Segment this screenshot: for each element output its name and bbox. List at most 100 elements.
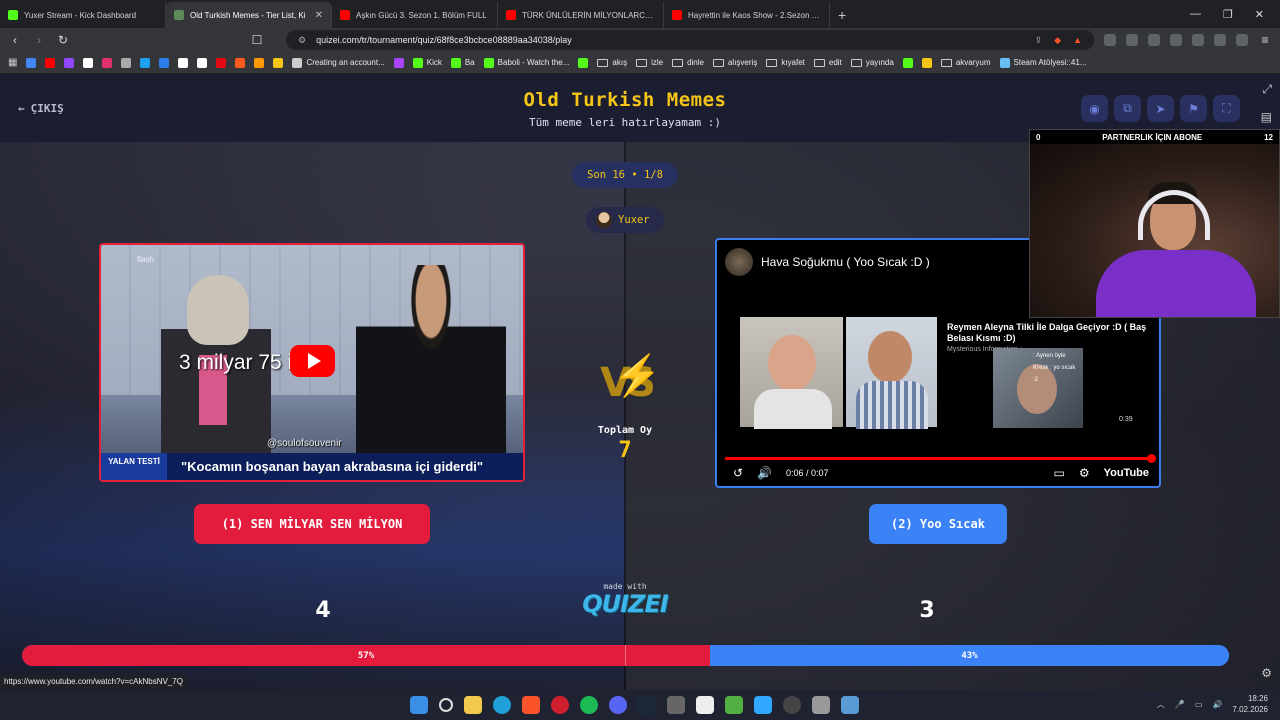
bookmark-item[interactable] [26,57,37,68]
bookmark-folder[interactable]: izle [636,58,663,67]
replay-icon[interactable]: ↺ [733,466,743,480]
settings-icon[interactable]: ⚙ [1079,466,1090,480]
bookmark-item[interactable] [45,57,56,68]
browser-tab[interactable]: TÜRK ÜNLÜLERİN MİLYONLARCA DO [498,2,664,28]
spotify-icon[interactable] [580,696,598,714]
music-icon[interactable] [1170,34,1182,46]
video-title[interactable]: Hava Soğukmu ( Yoo Sıcak :D ) [761,255,930,269]
bookmark-item[interactable]: Kick [412,57,442,68]
photoshop-icon[interactable] [754,696,772,714]
close-window-icon[interactable]: ✕ [1255,8,1264,21]
browser-tab[interactable]: Yuxer Stream - Kick Dashboard [0,2,166,28]
bookmark-folder[interactable]: kıyafet [766,58,805,67]
file-explorer-icon[interactable] [464,696,482,714]
edge-icon[interactable] [493,696,511,714]
browser-tab[interactable]: Aşkın Gücü 3. Sezon 1. Bölüm FULL [332,2,498,28]
bookmark-item[interactable] [235,57,246,68]
bookmark-item[interactable] [83,57,94,68]
end-screen-thumbnail[interactable] [846,317,937,429]
captions-icon[interactable]: ▭ [1053,466,1064,480]
xbox-icon[interactable] [725,696,743,714]
bookmark-item[interactable] [178,57,189,68]
new-tab-button[interactable]: + [830,2,854,28]
bookmark-item[interactable] [159,57,170,68]
page-settings-icon[interactable]: ⚙ [1261,666,1272,680]
search-icon[interactable] [439,698,453,712]
eye-icon[interactable]: ◉ [1081,95,1108,122]
bookmark-item[interactable] [140,57,151,68]
flag-icon[interactable]: ⚑ [1180,95,1207,122]
copy-icon[interactable]: ⧉ [1114,95,1141,122]
brave-shield-icon[interactable]: ◆ [1054,35,1061,46]
bookmark-item[interactable] [578,57,589,68]
browser-tab[interactable]: Old Turkish Memes - Tier List, Ki ✕ [166,2,332,28]
extension-icon[interactable] [1148,34,1160,46]
bookmark-item[interactable] [902,57,913,68]
bookmark-folder[interactable]: akış [597,58,627,67]
bookmark-item[interactable]: Creating an account... [292,57,385,68]
left-video-embed[interactable]: flash 3 milyar 75 ilyon @soulofsouvenir … [99,243,525,482]
extension-icon[interactable] [1104,34,1116,46]
bookmark-item[interactable] [102,57,113,68]
bookmark-folder[interactable]: edit [813,58,842,67]
display-icon[interactable]: ▭ [1195,700,1203,709]
youtube-logo[interactable]: YouTube [1104,467,1149,479]
quizei-logo[interactable]: QUIZEI [580,590,670,618]
bookmark-item[interactable] [393,57,404,68]
steam-icon[interactable] [638,696,656,714]
clock[interactable]: 18:26 7.02.2026 [1232,693,1268,715]
calculator-icon[interactable] [667,696,685,714]
bookmark-item[interactable]: Baboli - Watch the... [483,57,569,68]
extension-icon[interactable] [1126,34,1138,46]
bookmark-item[interactable] [64,57,75,68]
mic-icon[interactable]: 🎤 [1175,700,1185,709]
url-field[interactable]: ⚙ quizei.com/tr/tournament/quiz/68f8ce3b… [286,30,1094,50]
fullscreen-icon[interactable]: ⛶ [1213,95,1240,122]
channel-avatar[interactable] [725,248,753,276]
editor-icon[interactable] [812,696,830,714]
opera-icon[interactable] [551,696,569,714]
restore-icon[interactable]: ❐ [1223,8,1233,21]
rewards-icon[interactable]: ▲ [1073,35,1082,46]
bookmark-item[interactable] [273,57,284,68]
bookmark-folder[interactable]: akvaryum [940,58,991,67]
brave-icon[interactable] [522,696,540,714]
bookmark-item[interactable] [197,57,208,68]
bookmark-item[interactable]: Ba [450,57,475,68]
bookmark-item[interactable] [121,57,132,68]
video-progress-bar[interactable] [725,454,1156,463]
send-icon[interactable]: ➤ [1147,95,1174,122]
minimize-icon[interactable]: — [1190,8,1201,20]
start-icon[interactable] [410,696,428,714]
discord-icon[interactable] [609,696,627,714]
network-app-icon[interactable] [841,696,859,714]
app-icon[interactable] [696,696,714,714]
site-info-icon[interactable]: ⚙ [298,35,306,46]
volume-icon[interactable]: 🔊 [757,466,772,480]
vote-right-button[interactable]: (2) Yoo Sıcak [869,504,1007,544]
bookmark-folder[interactable]: alışveriş [712,58,757,67]
sidebar-panel-icon[interactable]: ▤ [1261,110,1272,124]
obs-icon[interactable] [783,696,801,714]
apps-grid-icon[interactable]: ▦ [8,57,17,68]
chevron-up-icon[interactable]: ︿ [1157,699,1165,710]
reload-icon[interactable]: ↻ [56,33,70,47]
menu-icon[interactable]: ≡ [1258,33,1272,47]
bookmark-folder[interactable]: yayında [850,58,894,67]
bookmark-item[interactable] [921,57,932,68]
bookmark-folder[interactable]: dinle [672,58,704,67]
end-screen-thumbnail[interactable] [740,317,843,429]
sidebar-icon[interactable] [1192,34,1204,46]
vpn-icon[interactable] [1236,34,1248,46]
youtube-play-button[interactable] [290,345,335,377]
wallet-icon[interactable] [1214,34,1226,46]
close-tab-icon[interactable]: ✕ [315,10,323,21]
related-video-title[interactable]: Reymen Aleyna Tilki İle Dalga Geçiyor :D… [947,322,1147,344]
sidebar-toggle-icon[interactable]: ⤢ [1262,82,1272,97]
share-icon[interactable]: ⇪ [1035,35,1043,46]
back-icon[interactable]: ‹ [8,33,22,47]
browser-tab[interactable]: Hayrettin ile Kaos Show - 2.Sezon 1.B [664,2,830,28]
forward-icon[interactable]: › [32,33,46,47]
bookmark-item[interactable] [216,57,227,68]
bookmark-icon[interactable]: ☐ [250,33,264,47]
